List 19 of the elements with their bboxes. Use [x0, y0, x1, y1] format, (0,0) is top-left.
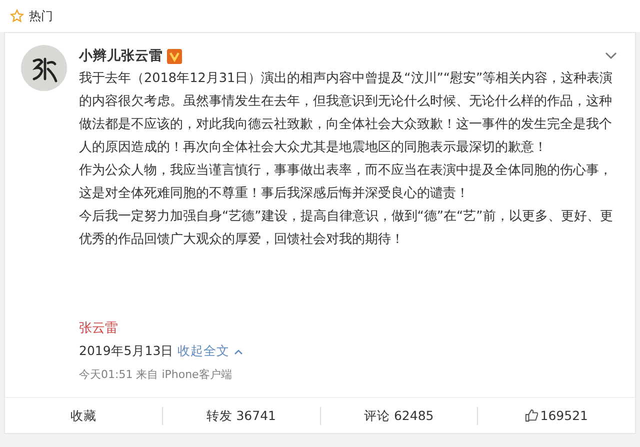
- repost-button[interactable]: 转发 36741: [162, 406, 320, 426]
- post-paragraph: 作为公众人物，我应当谨言慎行，事事做出表率，而不应当在表演中提及全体同胞的伤心事，这是对全体死难同胞的不尊重！事后我深感后悔并深受良心的谴责！: [79, 162, 613, 203]
- author-name[interactable]: 小辫儿张云雷: [79, 46, 163, 66]
- post-source: 今天01:51 来自 iPhone客户端: [79, 368, 232, 381]
- caret-up-icon[interactable]: [234, 348, 243, 355]
- post-paragraph: 我于去年（2018年12月31日）演出的相声内容中曾提及“汶川”“慰安”等相关内容，这种表演的内容很欠考虑。虽然事情发生在去年，但我意识到无论什么时候、无论什么样的作品，这种做法都是不应该的，对此我向德云社致歉，向全体社会大众致歉！这一事件的发生完全是我个人的原因造成的！再次向全体社会大众尤其是地震地区的同胞表示最深切的歉意！: [79, 70, 614, 157]
- post-paragraph: 今后我一定努力加强自身“艺德”建设，提高自律意识，做到“德”在“艺”前，以更多、更好、更优秀的作品回馈广大观众的厚爱，回馈社会对我的期待！: [79, 208, 614, 249]
- post-date: 2019年5月13日: [79, 343, 174, 358]
- thumbs-up-icon: [525, 408, 538, 422]
- comment-button[interactable]: 评论 62485: [320, 406, 478, 426]
- favorite-button[interactable]: 收藏: [5, 406, 162, 426]
- like-button[interactable]: 169521: [478, 406, 635, 426]
- chevron-down-icon[interactable]: [605, 52, 617, 60]
- avatar: [21, 45, 67, 91]
- verified-icon: [167, 48, 182, 64]
- signature: 张云雷: [79, 320, 119, 338]
- star-icon: [10, 9, 24, 23]
- header-label: 热门: [29, 8, 53, 25]
- collapse-link[interactable]: 收起全文: [178, 343, 230, 358]
